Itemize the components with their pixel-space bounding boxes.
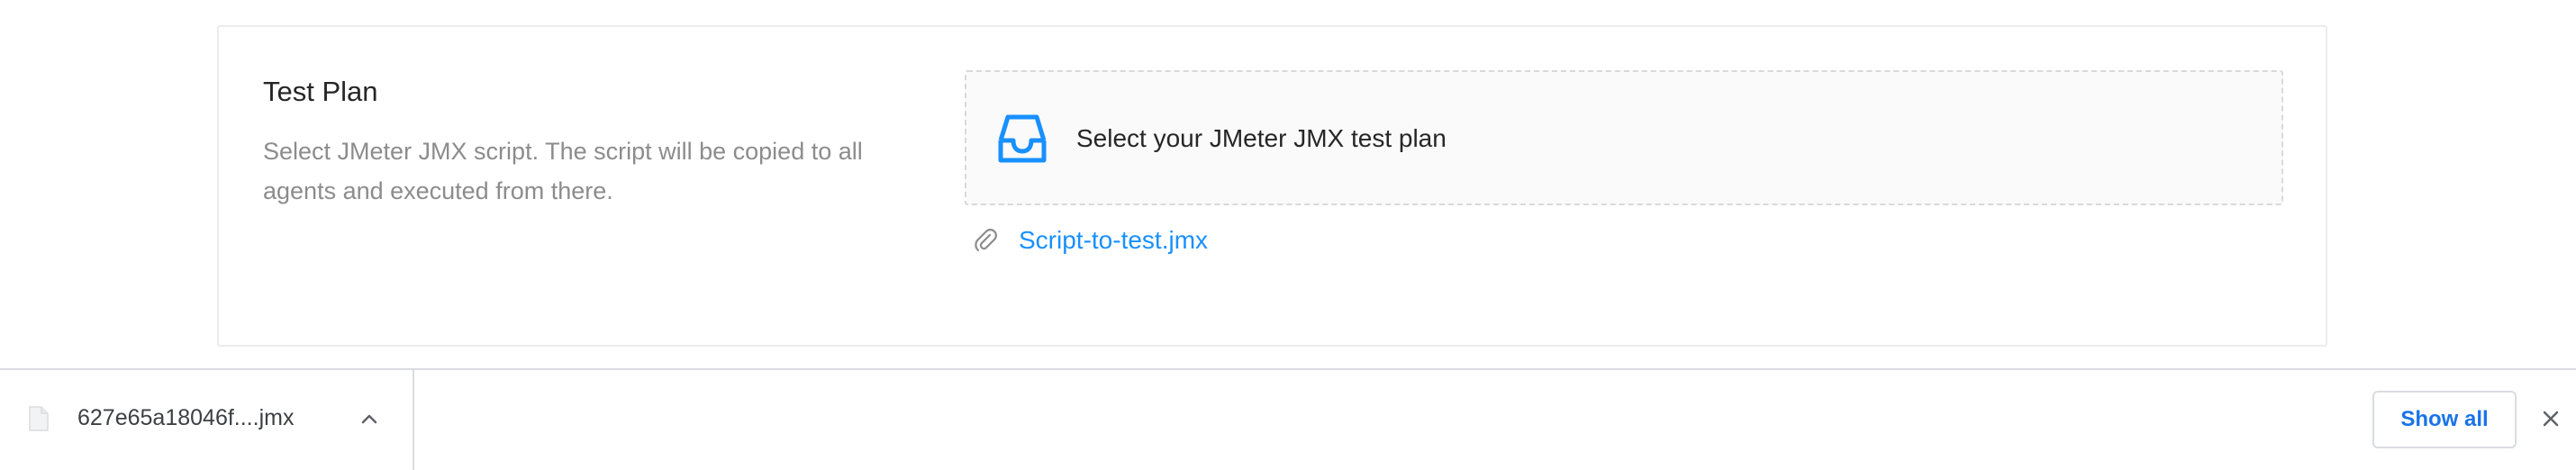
inbox-icon (998, 114, 1047, 163)
uploaded-file-link[interactable]: Script-to-test.jmx (1019, 222, 1208, 258)
file-upload-dropzone[interactable]: Select your JMeter JMX test plan (965, 70, 2283, 205)
test-plan-card: Test Plan Select JMeter JMX script. The … (217, 25, 2327, 347)
main-area: Test Plan Select JMeter JMX script. The … (0, 0, 2576, 368)
file-icon (29, 406, 49, 431)
download-bar: 627e65a18046f....jmx Show all (0, 368, 2576, 470)
close-icon[interactable] (2538, 406, 2563, 431)
chevron-up-icon[interactable] (357, 406, 382, 431)
paperclip-icon (975, 229, 997, 252)
section-description: Select JMeter JMX script. The script wil… (263, 138, 863, 204)
download-item[interactable]: 627e65a18046f....jmx (0, 370, 414, 470)
uploaded-file-item: Script-to-test.jmx (974, 221, 1208, 260)
section-title: Test Plan (263, 76, 378, 107)
page: Test Plan Select JMeter JMX script. The … (0, 0, 2576, 470)
download-file-name: 627e65a18046f....jmx (77, 405, 295, 430)
show-all-button[interactable]: Show all (2372, 391, 2517, 448)
dropzone-label: Select your JMeter JMX test plan (1076, 124, 1447, 152)
